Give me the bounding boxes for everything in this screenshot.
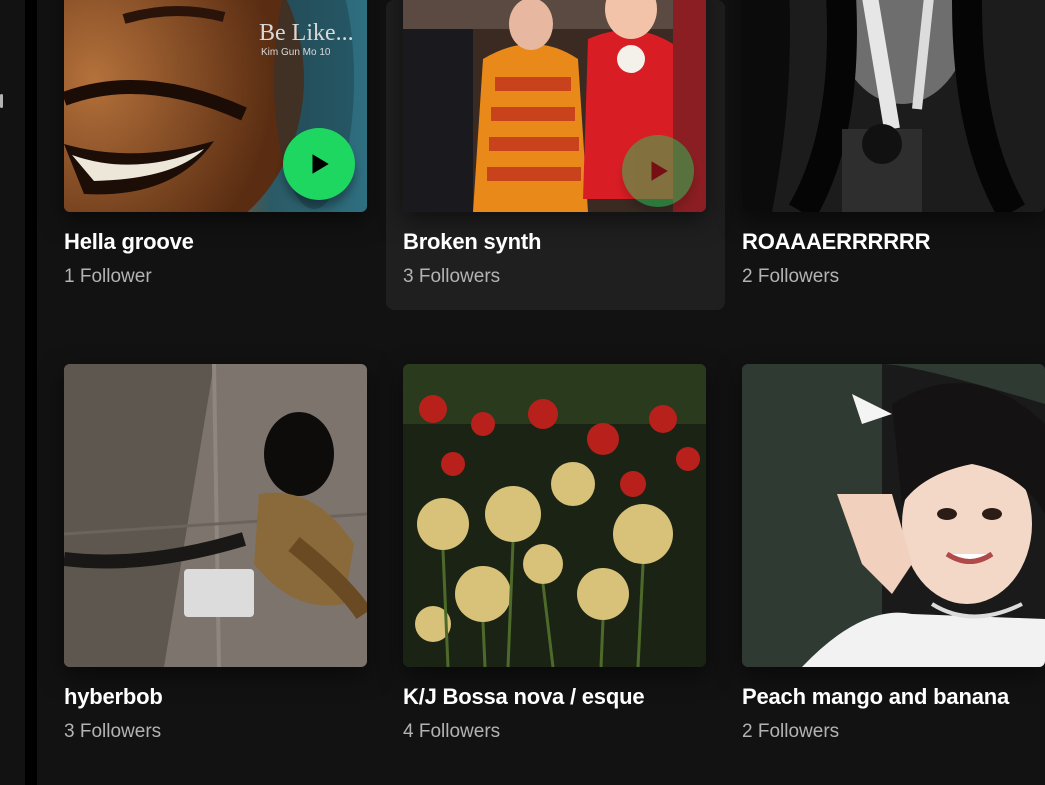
playlist-followers: 1 Follower	[64, 266, 152, 287]
play-button[interactable]	[283, 128, 355, 200]
playlist-title[interactable]: Hella groove	[64, 229, 194, 255]
playlist-followers: 2 Followers	[742, 266, 840, 287]
playlist-title[interactable]: K/J Bossa nova / esque	[403, 684, 645, 710]
playlist-card-peach-mango-banana[interactable]: Peach mango and banana 2 Followers	[725, 364, 1045, 742]
playlist-cover	[742, 364, 1045, 667]
playlist-card-kj-bossa-nova[interactable]: K/J Bossa nova / esque 4 Followers	[386, 364, 725, 742]
cover-album-title: Be Like...	[259, 20, 354, 46]
playlist-cover: Be Like... Kim Gun Mo 10	[64, 0, 367, 212]
playlist-title[interactable]: Broken synth	[403, 229, 541, 255]
play-icon	[651, 161, 668, 181]
playlist-title[interactable]: ROAAAERRRRRR	[742, 229, 930, 255]
playlist-cover	[64, 364, 367, 667]
playlist-grid: Be Like... Kim Gun Mo 10 Hella groove 1 …	[37, 0, 1045, 785]
playlist-cover	[742, 0, 1045, 212]
playlist-title[interactable]: hyberbob	[64, 684, 163, 710]
playlist-card-roaaaerrrrrr[interactable]: ROAAAERRRRRR 2 Followers	[725, 0, 1045, 310]
sidebar-resize-handle[interactable]	[25, 0, 37, 785]
sidebar-scroll-indicator[interactable]	[0, 94, 3, 108]
playlist-followers: 3 Followers	[403, 266, 501, 287]
left-sidebar	[0, 0, 25, 785]
playlist-followers: 3 Followers	[64, 721, 162, 742]
playlist-card-broken-synth[interactable]: Broken synth 3 Followers	[386, 0, 725, 310]
play-button[interactable]	[622, 135, 694, 207]
playlist-title[interactable]: Peach mango and banana	[742, 684, 1009, 710]
playlist-card-hella-groove[interactable]: Be Like... Kim Gun Mo 10 Hella groove 1 …	[47, 0, 386, 310]
playlist-cover	[403, 0, 706, 212]
playlist-card-hyberbob[interactable]: hyberbob 3 Followers	[47, 364, 386, 742]
play-icon	[312, 154, 329, 174]
playlist-followers: 2 Followers	[742, 721, 840, 742]
cover-album-artist: Kim Gun Mo 10	[261, 47, 331, 58]
playlist-followers: 4 Followers	[403, 721, 501, 742]
playlist-cover	[403, 364, 706, 667]
